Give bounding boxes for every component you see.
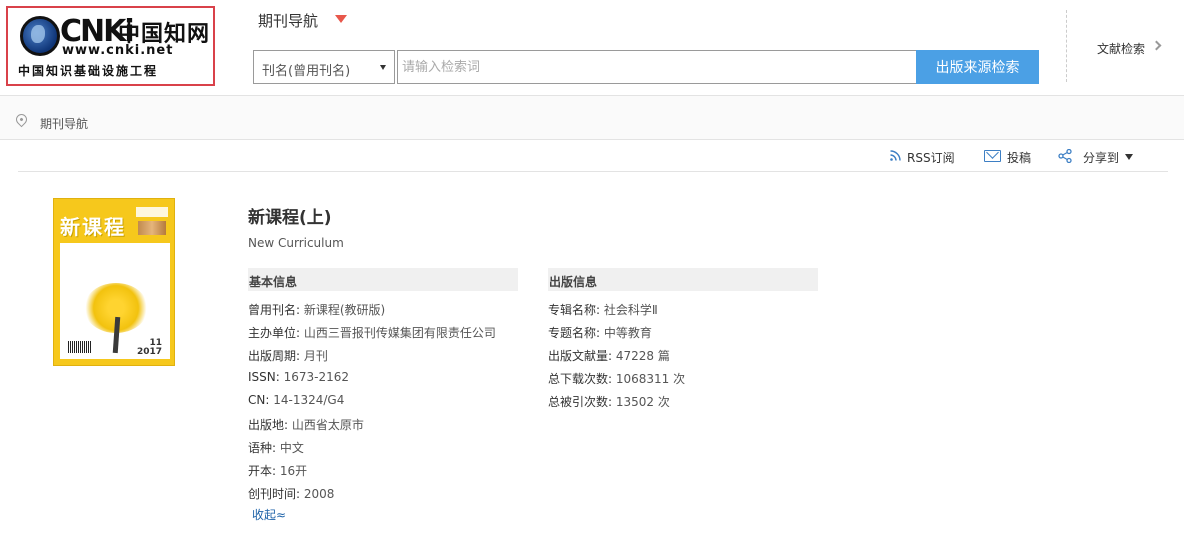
info-label: ISSN: (248, 370, 280, 384)
submit-link[interactable]: 投稿 (1007, 149, 1031, 166)
logo-url: www.cnki.net (62, 43, 174, 58)
info-label: 曾用刊名: (248, 303, 301, 317)
info-label: 创刊时间: (248, 487, 301, 501)
journal-title: 新课程(上) (248, 208, 332, 228)
pub-row-topic: 专题名称: 中等教育 (548, 324, 652, 341)
journal-nav-title[interactable]: 期刊导航 (258, 10, 318, 31)
cover-issue: 11 2017 (137, 339, 162, 357)
info-label: 主办单位: (248, 326, 301, 340)
collapse-link[interactable]: 收起≈ (252, 506, 286, 523)
pub-value: 47228 篇 (615, 349, 670, 363)
pub-label: 出版文献量: (548, 349, 613, 363)
info-label: 语种: (248, 441, 277, 455)
info-row-former-name: 曾用刊名: 新课程(教研版) (248, 301, 385, 318)
search-input[interactable] (397, 50, 917, 84)
pub-row-citations: 总被引次数: 13502 次 (548, 393, 670, 410)
pub-label: 专辑名称: (548, 303, 601, 317)
journal-cover[interactable]: 新课程 11 2017 (53, 198, 175, 366)
rss-subscribe-link[interactable]: RSS订阅 (907, 149, 955, 166)
caret-down-icon[interactable] (335, 15, 347, 23)
info-row-frequency: 出版周期: 月刊 (248, 347, 328, 364)
cover-wood-graphic (138, 221, 166, 235)
pub-value: 13502 次 (615, 395, 670, 409)
pub-row-article-count: 出版文献量: 47228 篇 (548, 347, 670, 364)
barcode-graphic (68, 341, 92, 353)
info-row-sponsor: 主办单位: 山西三晋报刊传媒集团有限责任公司 (248, 324, 496, 341)
share-icon[interactable] (1058, 149, 1072, 163)
pub-value: 中等教育 (603, 326, 652, 340)
info-label: CN: (248, 393, 270, 407)
cover-tag (136, 207, 168, 217)
info-row-issn: ISSN: 1673-2162 (248, 370, 349, 384)
location-pin-icon (13, 111, 30, 128)
info-row-language: 语种: 中文 (248, 439, 304, 456)
pub-label: 总被引次数: (548, 395, 613, 409)
pub-value: 1068311 次 (615, 372, 686, 386)
info-value: 中文 (279, 441, 304, 455)
info-label: 出版地: (248, 418, 289, 432)
logo-slogan: 中国知识基础设施工程 (18, 64, 159, 78)
search-field-select[interactable]: 刊名(曾用刊名) (253, 50, 395, 84)
info-row-cn: CN: 14-1324/G4 (248, 393, 344, 407)
pub-label: 专题名称: (548, 326, 601, 340)
pub-info-heading: 出版信息 (548, 268, 818, 291)
header-divider (1066, 10, 1067, 82)
info-value: 山西省太原市 (291, 418, 364, 432)
globe-icon (20, 16, 60, 56)
info-value: 新课程(教研版) (303, 303, 386, 317)
basic-info-heading: 基本信息 (248, 268, 518, 291)
info-value: 山西三晋报刊传媒集团有限责任公司 (303, 326, 496, 340)
cover-title: 新课程 (60, 215, 126, 239)
breadcrumb-current[interactable]: 期刊导航 (40, 115, 88, 132)
journal-english-title: New Curriculum (248, 236, 344, 250)
info-label: 出版周期: (248, 349, 301, 363)
info-label: 开本: (248, 464, 277, 478)
pub-value: 社会科学Ⅱ (603, 303, 658, 317)
info-value: 14-1324/G4 (273, 393, 345, 407)
pub-row-downloads: 总下载次数: 1068311 次 (548, 370, 685, 387)
action-bar: RSS订阅 投稿 分享到 (18, 140, 1168, 172)
cnki-logo[interactable]: CNKi 中国知网 www.cnki.net 中国知识基础设施工程 (6, 6, 215, 86)
info-value: 1673-2162 (283, 370, 350, 384)
source-search-button[interactable]: 出版来源检索 (916, 50, 1039, 84)
breadcrumb: 期刊导航 (0, 96, 1184, 140)
info-row-format: 开本: 16开 (248, 462, 307, 479)
info-value: 16开 (279, 464, 308, 478)
dropdown-arrow-icon (380, 65, 386, 70)
search-field-label: 刊名(曾用刊名) (262, 64, 351, 79)
caret-down-icon[interactable] (1125, 154, 1133, 160)
pub-row-series: 专辑名称: 社会科学Ⅱ (548, 301, 658, 318)
doc-search-link[interactable]: 文献检索 (1097, 40, 1145, 57)
cover-issue-year: 2017 (136, 347, 162, 357)
info-row-founded: 创刊时间: 2008 (248, 485, 334, 502)
share-link[interactable]: 分享到 (1083, 149, 1119, 166)
info-row-place: 出版地: 山西省太原市 (248, 416, 364, 433)
pub-label: 总下载次数: (548, 372, 613, 386)
chevron-right-icon[interactable] (1151, 40, 1162, 51)
info-value: 2008 (303, 487, 335, 501)
info-value: 月刊 (303, 349, 328, 363)
envelope-icon[interactable] (984, 150, 1001, 162)
rss-icon[interactable] (890, 150, 901, 161)
header: CNKi 中国知网 www.cnki.net 中国知识基础设施工程 期刊导航 刊… (0, 0, 1184, 96)
